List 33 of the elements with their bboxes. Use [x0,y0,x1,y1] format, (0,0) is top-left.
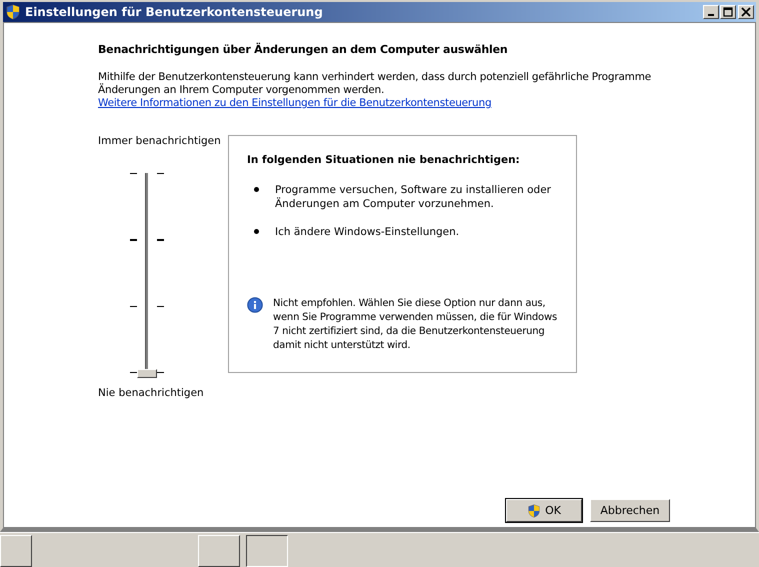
info-icon [247,297,263,313]
bullet-text: Ich ändere Windows-Einstellungen. [275,225,460,239]
description-text: Mithilfe der Benutzerkontensteuerung kann verhindert werden, dass durch potenziell gefährliche Programme Änderungen an Ihrem Computer vorgenommen werden. [98,71,652,97]
more-info-link[interactable]: Weitere Informationen zu den Einstellungen für die Benutzerkontensteuerung [98,97,492,110]
slider-thumb[interactable] [137,369,157,378]
panel-title: In folgenden Situationen nie benachrichtigen: [247,154,521,166]
tick-mark [130,239,137,241]
bullet-text: Programme versuchen, Software zu installieren oder Änderungen am Computer vorzunehmen. [275,183,552,211]
section-heading: Benachrichtigungen über Änderungen an dem Computer auswählen [98,43,508,56]
bullet-icon [254,229,259,234]
ok-button[interactable]: OK [506,499,582,522]
maximize-button[interactable] [720,5,736,19]
tick-mark [157,173,164,174]
maximize-icon [723,7,733,17]
close-button[interactable] [738,5,754,19]
bullet-icon [254,187,259,192]
tick-mark [157,372,164,373]
warning-note: Nicht empfohlen. Wählen Sie diese Option nur dann aus, wenn Sie Programme verwenden müssen, die für Windows 7 nicht zertifiziert sind, da die Benutzerkontensteuerung damit nicht unterstützt wird. [273,297,558,353]
slider-bottom-label: Nie benachrichtigen [98,387,204,399]
minimize-icon [708,14,714,16]
shield-icon [527,504,542,518]
tick-mark [130,372,137,373]
tick-mark [157,239,164,241]
shield-icon [5,4,21,20]
tick-mark [130,306,137,307]
slider-top-label: Immer benachrichtigen [98,135,221,147]
minimize-button[interactable] [703,5,719,19]
taskbar-button[interactable] [246,535,288,567]
window-title: Einstellungen für Benutzerkontensteuerung [25,5,324,19]
cancel-button[interactable]: Abbrechen [590,499,670,522]
tick-mark [130,173,137,174]
tick-mark [157,306,164,307]
close-icon [741,7,751,17]
